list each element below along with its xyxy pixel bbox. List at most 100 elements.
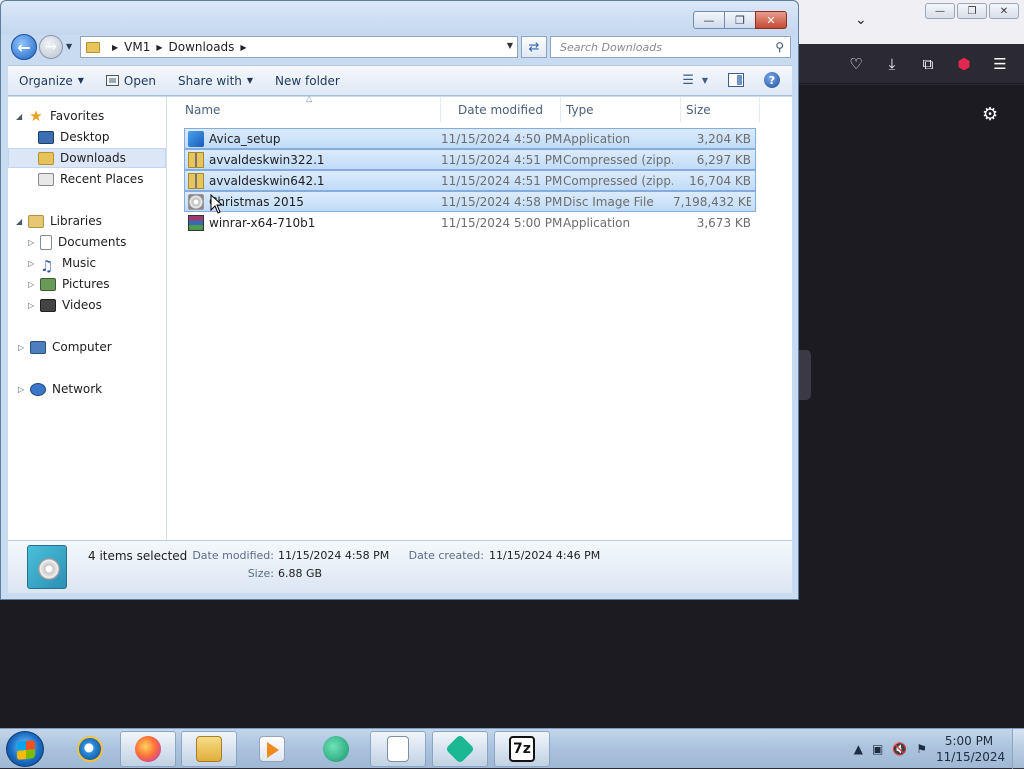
firefox-close-button[interactable]: ✕ bbox=[989, 3, 1019, 19]
minimize-button[interactable]: — bbox=[693, 11, 725, 29]
action-center-flag-icon[interactable]: ⚑ bbox=[916, 742, 927, 756]
collapse-arrow-icon[interactable]: ◢ bbox=[16, 112, 28, 121]
file-row[interactable]: avvaldeskwin322.1 11/15/2024 4:51 PM Com… bbox=[184, 149, 756, 170]
libraries-icon bbox=[28, 214, 44, 228]
forward-button[interactable]: → bbox=[39, 35, 63, 59]
expand-arrow-icon[interactable]: ▷ bbox=[18, 343, 30, 352]
explorer-titlebar[interactable] bbox=[1, 1, 798, 35]
nav-recent-places-label: Recent Places bbox=[60, 172, 144, 186]
nav-pictures[interactable]: ▷ Pictures bbox=[28, 274, 110, 294]
volume-muted-icon[interactable]: 🔇 bbox=[892, 742, 907, 756]
expand-arrow-icon[interactable]: ▷ bbox=[28, 301, 40, 310]
media-player-icon bbox=[259, 736, 285, 762]
extensions-icon[interactable]: ⧉ bbox=[918, 55, 938, 73]
refresh-button[interactable]: ⇄ bbox=[521, 36, 547, 58]
column-header-date-modified[interactable]: Date modified bbox=[441, 97, 561, 122]
open-button[interactable]: Open bbox=[95, 66, 167, 95]
breadcrumb-vm1[interactable]: VM1 bbox=[124, 40, 150, 54]
music-icon: ♫ bbox=[40, 256, 54, 275]
nav-computer[interactable]: ▷ Computer bbox=[18, 337, 112, 357]
open-label: Open bbox=[123, 73, 156, 88]
file-row[interactable]: Avica_setup 11/15/2024 4:50 PM Applicati… bbox=[184, 128, 756, 149]
new-folder-button[interactable]: New folder bbox=[264, 66, 351, 95]
clock[interactable]: 5:00 PM 11/15/2024 bbox=[936, 733, 1005, 765]
nav-desktop-label: Desktop bbox=[60, 130, 110, 144]
nav-music[interactable]: ▷ ♫ Music bbox=[28, 253, 96, 275]
firefox-minimize-button[interactable]: — bbox=[925, 3, 955, 19]
file-row[interactable]: avvaldeskwin642.1 11/15/2024 4:51 PM Com… bbox=[184, 170, 756, 191]
expand-arrow-icon[interactable]: ▷ bbox=[28, 259, 40, 268]
organize-button[interactable]: Organize ▼ bbox=[8, 66, 95, 95]
view-dropdown-icon[interactable]: ▼ bbox=[702, 76, 708, 85]
expand-arrow-icon[interactable]: ▷ bbox=[28, 238, 40, 247]
nav-network[interactable]: ▷ Network bbox=[18, 379, 102, 399]
collapse-arrow-icon[interactable]: ◢ bbox=[16, 217, 28, 226]
maximize-button[interactable]: ❐ bbox=[724, 11, 756, 29]
file-name: winrar-x64-710b1 bbox=[209, 215, 316, 230]
taskbar-deskin[interactable] bbox=[432, 731, 488, 767]
hamburger-menu-icon[interactable]: ☰ bbox=[990, 55, 1010, 73]
taskbar-windows-explorer[interactable] bbox=[181, 731, 237, 767]
help-icon[interactable]: ? bbox=[764, 72, 780, 88]
close-button[interactable]: ✕ bbox=[755, 11, 787, 29]
show-desktop-button[interactable] bbox=[1012, 729, 1024, 769]
nav-desktop[interactable]: Desktop bbox=[38, 127, 110, 147]
disc-image-icon bbox=[188, 193, 204, 210]
file-date: 11/15/2024 5:00 PM bbox=[441, 215, 563, 230]
firefox-scrollbar[interactable] bbox=[798, 350, 811, 400]
nav-downloads[interactable]: Downloads bbox=[8, 148, 166, 168]
address-bar[interactable]: ▶ VM1 ▶ Downloads ▶ ▼ bbox=[80, 36, 518, 58]
share-with-button[interactable]: Share with ▼ bbox=[167, 66, 264, 95]
expand-arrow-icon[interactable]: ▷ bbox=[28, 280, 40, 289]
nav-libraries[interactable]: ◢ Libraries bbox=[16, 211, 102, 231]
folder-icon bbox=[86, 41, 100, 53]
downloads-icon[interactable]: ⤓ bbox=[882, 55, 902, 73]
taskbar-green-app[interactable] bbox=[308, 731, 364, 767]
network-status-icon[interactable]: ▣ bbox=[872, 742, 883, 756]
start-button[interactable] bbox=[6, 731, 44, 767]
file-row[interactable]: winrar-x64-710b1 11/15/2024 5:00 PM Appl… bbox=[184, 212, 756, 233]
chevron-down-icon: ▼ bbox=[77, 76, 84, 85]
file-type: Compressed (zipp... bbox=[563, 152, 673, 167]
search-input[interactable] bbox=[558, 39, 763, 55]
network-icon bbox=[30, 382, 46, 396]
column-header-name[interactable]: Name bbox=[168, 97, 441, 122]
taskbar-media-player[interactable] bbox=[244, 731, 300, 767]
nav-recent-places[interactable]: Recent Places bbox=[38, 169, 143, 189]
taskbar-notepad[interactable] bbox=[370, 731, 426, 767]
address-dropdown-icon[interactable]: ▼ bbox=[507, 41, 513, 50]
nav-favorites[interactable]: ◢ ★ Favorites bbox=[16, 106, 104, 126]
firefox-window-controls: — ❐ ✕ bbox=[925, 3, 1019, 19]
change-view-icon[interactable]: ☰ bbox=[682, 73, 694, 88]
share-with-label: Share with bbox=[177, 73, 242, 88]
search-icon[interactable]: ⚲ bbox=[775, 40, 784, 54]
nav-videos[interactable]: ▷ Videos bbox=[28, 295, 102, 315]
preview-pane-icon[interactable] bbox=[728, 73, 744, 87]
column-header-size[interactable]: Size bbox=[681, 97, 760, 122]
show-hidden-icons-icon[interactable]: ▲ bbox=[854, 742, 863, 756]
taskbar-7zip[interactable]: 7z bbox=[494, 731, 550, 767]
search-box[interactable]: ⚲ bbox=[550, 36, 791, 58]
firefox-restore-button[interactable]: ❐ bbox=[957, 3, 987, 19]
pocket-icon[interactable]: ♡ bbox=[846, 55, 866, 73]
expand-arrow-icon[interactable]: ▷ bbox=[18, 385, 30, 394]
nav-documents[interactable]: ▷ Documents bbox=[28, 232, 126, 252]
column-headers: Name Date modified Type Size bbox=[168, 97, 760, 122]
recent-pages-dropdown-icon[interactable]: ▼ bbox=[66, 42, 72, 51]
breadcrumb-arrow-icon[interactable]: ▶ bbox=[240, 43, 246, 52]
column-header-type[interactable]: Type bbox=[561, 97, 681, 122]
breadcrumb-arrow-icon[interactable]: ▶ bbox=[156, 43, 162, 52]
back-button[interactable]: ← bbox=[11, 34, 37, 60]
new-folder-label: New folder bbox=[275, 73, 340, 88]
selection-count: 4 items selected bbox=[88, 549, 188, 563]
taskbar-firefox[interactable] bbox=[120, 731, 176, 767]
breadcrumb-arrow-icon[interactable]: ▶ bbox=[112, 43, 118, 52]
organize-label: Organize bbox=[19, 73, 73, 88]
ublock-icon[interactable]: ⬢ bbox=[954, 55, 974, 73]
settings-gear-icon[interactable]: ⚙ bbox=[982, 104, 998, 125]
file-row[interactable]: Christmas 2015 11/15/2024 4:58 PM Disc I… bbox=[184, 191, 756, 212]
file-date: 11/15/2024 4:51 PM bbox=[441, 152, 563, 167]
taskbar-internet-explorer[interactable] bbox=[62, 731, 118, 767]
breadcrumb-downloads[interactable]: Downloads bbox=[169, 40, 235, 54]
tab-list-chevron-icon[interactable]: ⌄ bbox=[855, 12, 867, 28]
